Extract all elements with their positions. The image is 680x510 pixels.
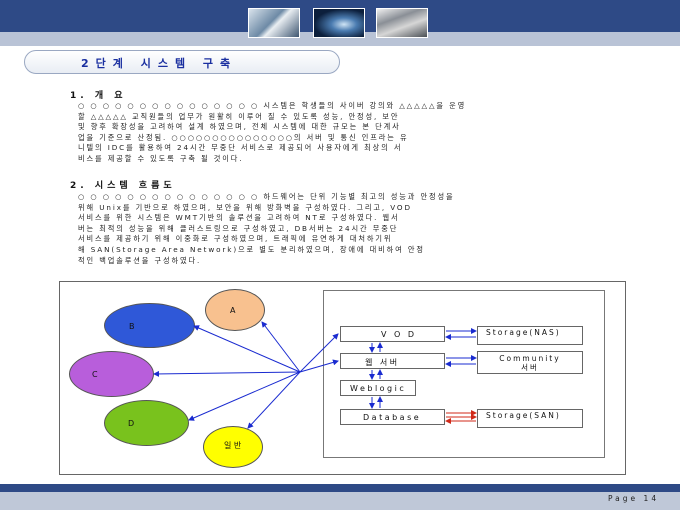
diagram-connectors xyxy=(153,321,477,429)
link-hub-a xyxy=(261,321,301,373)
link-hub-c xyxy=(153,370,301,377)
footer-subband xyxy=(0,492,680,510)
page-number: Page 14 xyxy=(608,494,660,503)
link-hub-general xyxy=(247,371,301,429)
link-hub-b xyxy=(193,325,301,373)
link-hub-d xyxy=(188,371,301,421)
footer-band xyxy=(0,484,680,492)
